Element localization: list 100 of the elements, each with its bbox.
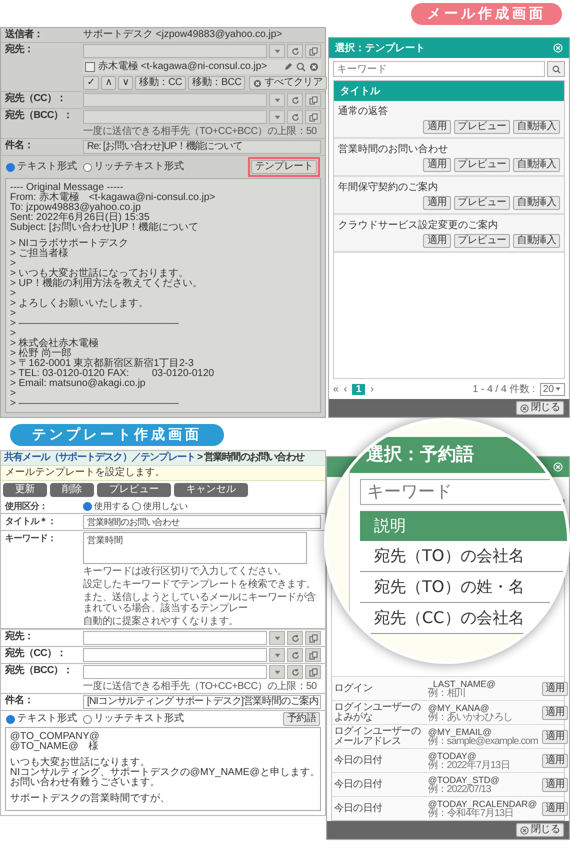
recipient-field[interactable]	[83, 665, 267, 679]
template-action-button[interactable]: プレビュー	[454, 234, 510, 248]
refresh-button[interactable]	[287, 93, 303, 107]
address-book-button[interactable]	[305, 648, 321, 662]
body-line: > Email: matsuno@akagi.co.jp	[10, 379, 146, 389]
template-action-button[interactable]: 適用	[423, 120, 451, 134]
refresh-icon	[290, 112, 300, 122]
refresh-button[interactable]	[287, 665, 303, 679]
keyword-field[interactable]: 営業時間	[83, 532, 307, 564]
template-action-button[interactable]: 適用	[423, 158, 451, 172]
dropdown-button[interactable]	[269, 110, 285, 124]
close-button[interactable]	[553, 43, 563, 53]
template-action-button[interactable]: プレビュー	[454, 158, 510, 172]
close-icon	[520, 404, 529, 412]
template-action-button[interactable]: 自動挿入	[513, 196, 560, 210]
dropdown-button[interactable]	[269, 93, 285, 107]
refresh-icon	[290, 96, 300, 104]
radio-button[interactable]	[132, 502, 141, 510]
dropdown-button[interactable]	[269, 648, 285, 662]
template-button[interactable]: テンプレート	[250, 160, 317, 174]
template-action-button[interactable]: 適用	[423, 196, 451, 210]
field-label: 宛先（CC）：	[5, 93, 67, 105]
field-label: 宛先（BCC）：	[5, 110, 74, 122]
form-action-button[interactable]: 削除	[50, 483, 94, 497]
recipient-field[interactable]	[83, 44, 267, 58]
dropdown-button[interactable]	[269, 665, 285, 679]
form-action-button[interactable]: 更新	[3, 483, 47, 497]
refresh-button[interactable]	[287, 631, 303, 645]
breadcrumb-link[interactable]: 共有メール（サポートデスク）／テンプレート	[4, 452, 196, 464]
radio-button[interactable]	[83, 714, 92, 724]
template-action-button[interactable]: 適用	[423, 234, 451, 248]
radio-button[interactable]	[6, 162, 15, 172]
form-action-button[interactable]: プレビュー	[97, 483, 171, 497]
apply-button[interactable]: 適用	[542, 730, 568, 744]
next-page-link[interactable]: ›	[370, 384, 374, 394]
body-line: > ――――――――――――――――	[10, 399, 180, 409]
field-label: 宛先（CC）：	[5, 648, 67, 660]
address-book-button[interactable]	[305, 44, 321, 58]
recipient-action-button[interactable]: 移動：BCC	[188, 76, 246, 90]
message-field[interactable]: @TO_COMPANY@ @TO_NAME@ 様 いつも大変お世話になります。 NIコンサルティング、サポートデスクの@MY_NAME@と申します。 お問い合わせ有難うございます。 サポートデスクの営業時間ですが、	[5, 727, 321, 811]
dropdown-button[interactable]	[269, 44, 285, 58]
dropdown-button[interactable]	[269, 631, 285, 645]
address-book-button[interactable]	[305, 110, 321, 124]
title-field[interactable]: 営業時間のお問い合わせ	[83, 515, 321, 529]
reserved-words-button[interactable]: 予約語	[282, 712, 320, 726]
refresh-button[interactable]	[287, 44, 303, 58]
screen-badge: メール作成画面	[411, 3, 562, 25]
caret-icon	[272, 46, 282, 56]
clear-all-button[interactable]: すべてクリア	[249, 76, 327, 90]
template-action-button[interactable]: プレビュー	[454, 196, 510, 210]
address-book-button[interactable]	[305, 631, 321, 645]
recipient-field[interactable]	[83, 93, 267, 107]
message-field[interactable]	[5, 178, 321, 413]
search-button[interactable]	[547, 61, 565, 77]
template-action-button[interactable]: プレビュー	[454, 120, 510, 134]
close-dialog-button[interactable]: 閉じる	[516, 401, 564, 415]
body-line: To: jzpow49883@yahoo.co.jp	[10, 203, 141, 213]
description-cell-text: 今日の日付	[334, 780, 384, 790]
form-action-button[interactable]: キャンセル	[174, 483, 248, 497]
body-line: > TEL: 03-0120-0120 FAX: 03-0120-0120	[10, 369, 216, 379]
recipient-field[interactable]	[83, 110, 267, 124]
template-action-button[interactable]: 自動挿入	[513, 120, 560, 134]
checkbox[interactable]	[85, 62, 95, 72]
apply-button[interactable]: 適用	[542, 706, 568, 720]
recipient-action-button[interactable]: ∧	[101, 76, 116, 90]
recipient-field[interactable]	[83, 648, 267, 662]
apply-button[interactable]: 適用	[542, 682, 568, 696]
recipient-field[interactable]	[83, 631, 267, 645]
close-button[interactable]	[553, 462, 563, 472]
close-dialog-button[interactable]: 閉じる	[516, 823, 564, 837]
page-size-select[interactable]: 20	[540, 382, 565, 396]
template-title: クラウドサービス設定変更のご案内	[338, 218, 499, 232]
template-action-button[interactable]: 自動挿入	[513, 234, 560, 248]
refresh-button[interactable]	[287, 110, 303, 124]
reserved-word: @TODAY_RCALENDAR@	[428, 798, 537, 808]
subject-field[interactable]: Re: [お問い合わせ]UP！機能について	[83, 140, 321, 154]
recipient-action-button[interactable]: 移動：CC	[135, 76, 186, 90]
close-icon	[553, 43, 563, 53]
description-cell-text: ログインユーザーのメールアドレス	[334, 726, 422, 746]
field-label: 宛先：	[5, 631, 34, 643]
apply-button[interactable]: 適用	[542, 778, 568, 792]
clear-icon	[253, 78, 262, 88]
subject-field[interactable]: [NIコンサルティング サポートデスク]営業時間のご案内	[83, 695, 321, 709]
refresh-icon	[290, 668, 300, 676]
address-book-button[interactable]	[305, 93, 321, 107]
search-field[interactable]: キーワード	[333, 61, 545, 77]
address-book-button[interactable]	[305, 665, 321, 679]
radio-button[interactable]	[6, 714, 15, 724]
template-action-button[interactable]: 自動挿入	[513, 158, 560, 172]
radio-button[interactable]	[83, 162, 92, 172]
apply-button[interactable]: 適用	[542, 802, 568, 816]
recipient-action-button[interactable]: ✓	[83, 76, 100, 90]
radio-button[interactable]	[83, 502, 92, 510]
first-page-link[interactable]: «	[333, 384, 339, 394]
recipient-action-button[interactable]: ∨	[118, 76, 134, 90]
apply-button[interactable]: 適用	[542, 754, 568, 768]
refresh-button[interactable]	[287, 648, 303, 662]
previous-page-link[interactable]: ‹	[344, 384, 347, 394]
template-title: 通常の返答	[338, 104, 389, 118]
help-text: キーワードは改行区切りで入力してください。	[83, 566, 288, 577]
